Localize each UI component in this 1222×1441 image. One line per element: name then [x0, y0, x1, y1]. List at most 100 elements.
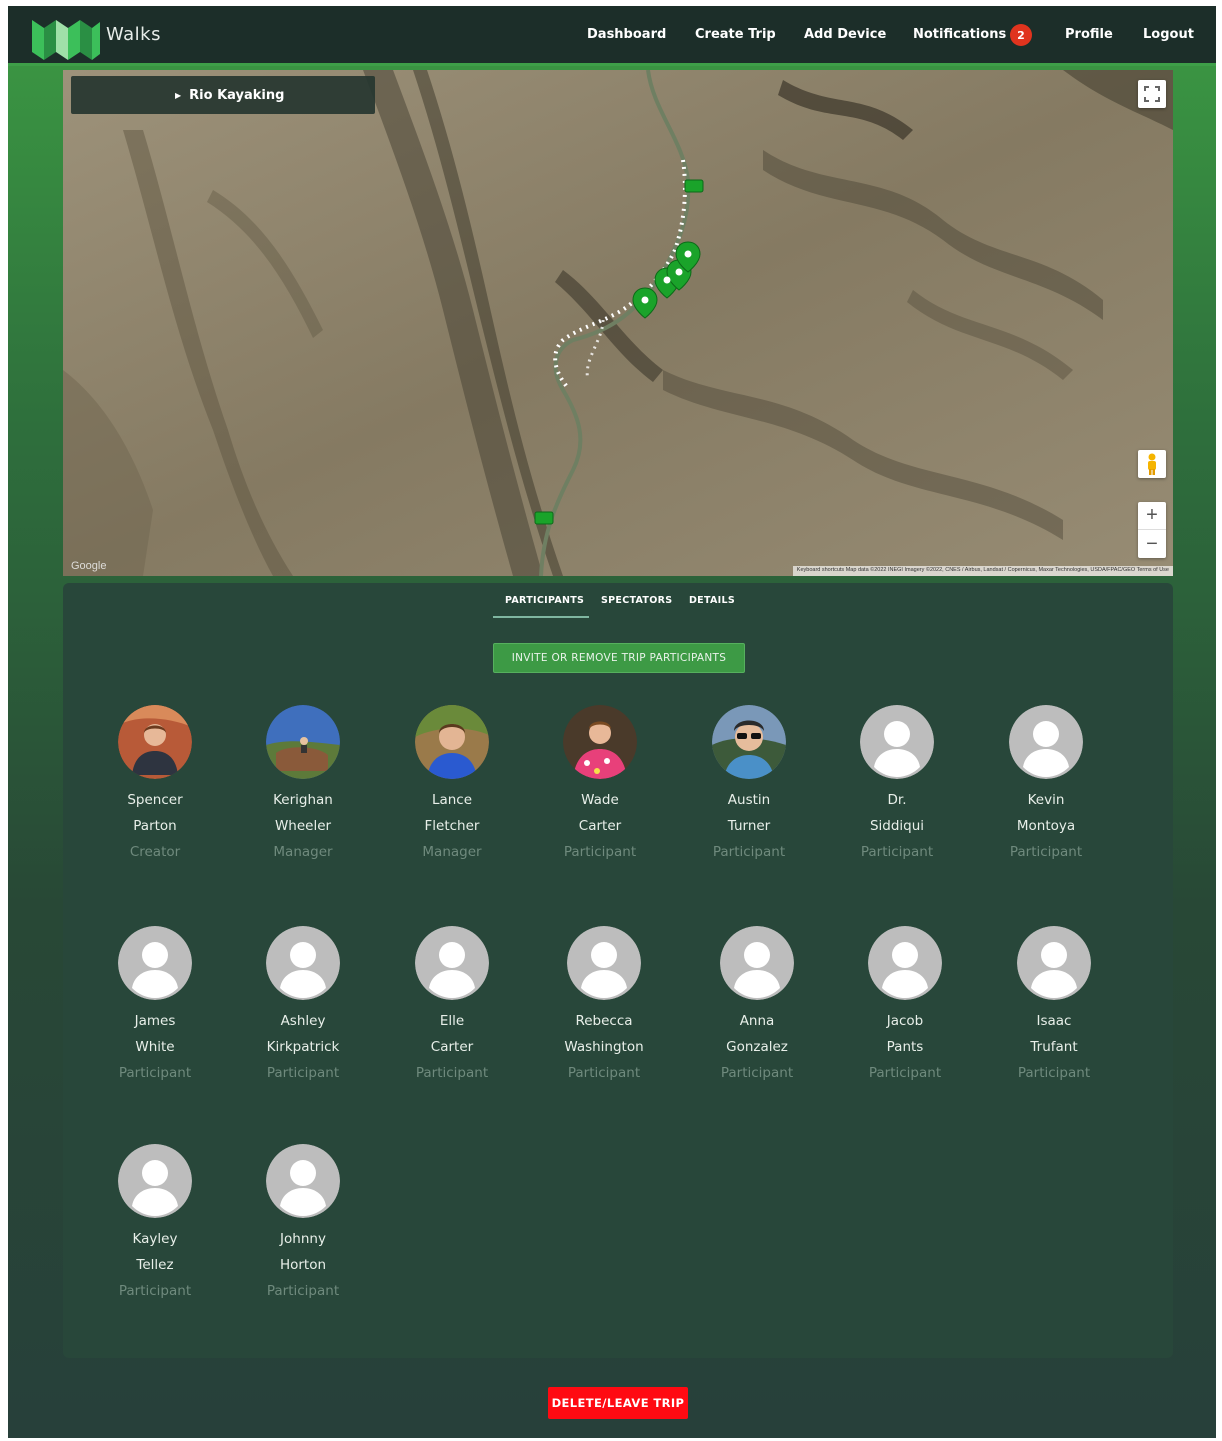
- participant-card: Kevin Montoya Participant: [986, 705, 1106, 865]
- default-avatar-icon[interactable]: [720, 926, 794, 1000]
- fullscreen-icon[interactable]: [1138, 80, 1166, 108]
- participant-first-name: Austin: [727, 792, 771, 808]
- participant-role: Participant: [118, 1065, 192, 1081]
- participant-role: Participant: [1017, 1065, 1091, 1081]
- notifications-count-badge[interactable]: 2: [1010, 24, 1032, 46]
- participant-role: Participant: [563, 844, 637, 860]
- participant-last-name: Trufant: [1030, 1039, 1078, 1055]
- default-avatar-icon[interactable]: [1017, 926, 1091, 1000]
- participant-first-name: Spencer: [127, 792, 183, 808]
- nav-notifications[interactable]: Notifications: [913, 27, 1006, 42]
- participant-card: Kerighan Wheeler Manager: [243, 705, 363, 865]
- nav-create-trip[interactable]: Create Trip: [695, 27, 776, 42]
- participant-role: Participant: [712, 844, 786, 860]
- default-avatar-icon[interactable]: [860, 705, 934, 779]
- trip-map[interactable]: ▶ Rio Kayaking + − Google Keyboard short…: [63, 70, 1173, 576]
- participant-first-name: Dr.: [887, 792, 907, 808]
- brand-name[interactable]: Walks: [106, 24, 161, 45]
- participant-avatar[interactable]: [415, 705, 489, 779]
- participant-card: Johnny Horton Participant: [243, 1144, 363, 1304]
- participant-first-name: Jacob: [886, 1013, 924, 1029]
- nav-add-device[interactable]: Add Device: [804, 27, 886, 42]
- participant-card: Wade Carter Participant: [540, 705, 660, 865]
- participant-card: Isaac Trufant Participant: [994, 926, 1114, 1086]
- participant-card: Austin Turner Participant: [689, 705, 809, 865]
- default-avatar-icon[interactable]: [567, 926, 641, 1000]
- trip-name: Rio Kayaking: [189, 87, 285, 103]
- participant-role: Participant: [567, 1065, 641, 1081]
- participant-role: Manager: [422, 844, 482, 860]
- participant-first-name: Kevin: [1027, 792, 1065, 808]
- participant-last-name: Carter: [430, 1039, 474, 1055]
- participant-last-name: Kirkpatrick: [266, 1039, 340, 1055]
- participant-first-name: Elle: [439, 1013, 465, 1029]
- participant-first-name: Lance: [431, 792, 473, 808]
- participant-card: Ashley Kirkpatrick Participant: [243, 926, 363, 1086]
- participant-avatar[interactable]: [563, 705, 637, 779]
- participant-card: Spencer Parton Creator: [95, 705, 215, 865]
- participant-avatar[interactable]: [266, 705, 340, 779]
- participant-first-name: Ashley: [280, 1013, 326, 1029]
- default-avatar-icon[interactable]: [868, 926, 942, 1000]
- participant-role: Participant: [415, 1065, 489, 1081]
- participant-role: Manager: [273, 844, 333, 860]
- participant-card: Dr. Siddiqui Participant: [837, 705, 957, 865]
- invite-remove-participants-button[interactable]: INVITE OR REMOVE TRIP PARTICIPANTS: [493, 643, 745, 673]
- default-avatar-icon[interactable]: [266, 926, 340, 1000]
- participant-first-name: Wade: [581, 792, 619, 808]
- street-view-pegman-icon[interactable]: [1138, 450, 1166, 478]
- nav-logout[interactable]: Logout: [1143, 27, 1194, 42]
- zoom-in-button[interactable]: +: [1138, 502, 1166, 530]
- map-attribution[interactable]: Keyboard shortcuts Map data ©2022 INEGI …: [792, 566, 1173, 576]
- caret-right-icon: ▶: [175, 90, 182, 100]
- participant-role: Participant: [266, 1283, 340, 1299]
- trip-card: PARTICIPANTS SPECTATORS DETAILS INVITE O…: [63, 583, 1173, 1358]
- tab-participants[interactable]: PARTICIPANTS: [505, 595, 584, 606]
- participant-card: Jacob Pants Participant: [845, 926, 965, 1086]
- participant-first-name: Kayley: [132, 1231, 178, 1247]
- active-tab-indicator: [493, 616, 589, 618]
- trip-name-panel[interactable]: ▶ Rio Kayaking: [71, 76, 375, 114]
- default-avatar-icon[interactable]: [266, 1144, 340, 1218]
- participant-card: Anna Gonzalez Participant: [697, 926, 817, 1086]
- tab-details[interactable]: DETAILS: [689, 595, 735, 606]
- participant-last-name: Carter: [578, 818, 622, 834]
- default-avatar-icon[interactable]: [1009, 705, 1083, 779]
- nav-dashboard[interactable]: Dashboard: [587, 27, 666, 42]
- default-avatar-icon[interactable]: [118, 1144, 192, 1218]
- participant-role: Participant: [118, 1283, 192, 1299]
- participant-card: Elle Carter Participant: [392, 926, 512, 1086]
- zoom-controls: + −: [1138, 502, 1166, 558]
- participant-card: James White Participant: [95, 926, 215, 1086]
- participant-last-name: Pants: [886, 1039, 924, 1055]
- participant-role: Participant: [720, 1065, 794, 1081]
- participant-first-name: Johnny: [280, 1231, 326, 1247]
- participant-card: Lance Fletcher Manager: [392, 705, 512, 865]
- participant-last-name: Montoya: [1016, 818, 1076, 834]
- default-avatar-icon[interactable]: [415, 926, 489, 1000]
- participant-role: Participant: [1009, 844, 1083, 860]
- participant-card: Rebecca Washington Participant: [544, 926, 664, 1086]
- participant-role: Creator: [129, 844, 181, 860]
- participant-last-name: White: [135, 1039, 175, 1055]
- tab-spectators[interactable]: SPECTATORS: [601, 595, 672, 606]
- participant-card: Kayley Tellez Participant: [95, 1144, 215, 1304]
- participant-last-name: Parton: [133, 818, 177, 834]
- participant-avatar[interactable]: [118, 705, 192, 779]
- delete-leave-trip-button[interactable]: DELETE/LEAVE TRIP: [548, 1387, 688, 1419]
- participant-last-name: Wheeler: [274, 818, 332, 834]
- participant-avatar[interactable]: [712, 705, 786, 779]
- walks-logo-icon[interactable]: [30, 14, 102, 60]
- default-avatar-icon[interactable]: [118, 926, 192, 1000]
- participant-role: Participant: [266, 1065, 340, 1081]
- nav-profile[interactable]: Profile: [1065, 27, 1113, 42]
- participant-last-name: Turner: [727, 818, 771, 834]
- navbar: Walks Dashboard Create Trip Add Device N…: [8, 6, 1216, 66]
- zoom-out-button[interactable]: −: [1138, 530, 1166, 558]
- participant-first-name: Isaac: [1036, 1013, 1072, 1029]
- google-logo: Google: [71, 560, 107, 572]
- participant-role: Participant: [868, 1065, 942, 1081]
- participant-first-name: Anna: [739, 1013, 775, 1029]
- satellite-terrain: [63, 70, 1173, 576]
- participant-last-name: Siddiqui: [869, 818, 925, 834]
